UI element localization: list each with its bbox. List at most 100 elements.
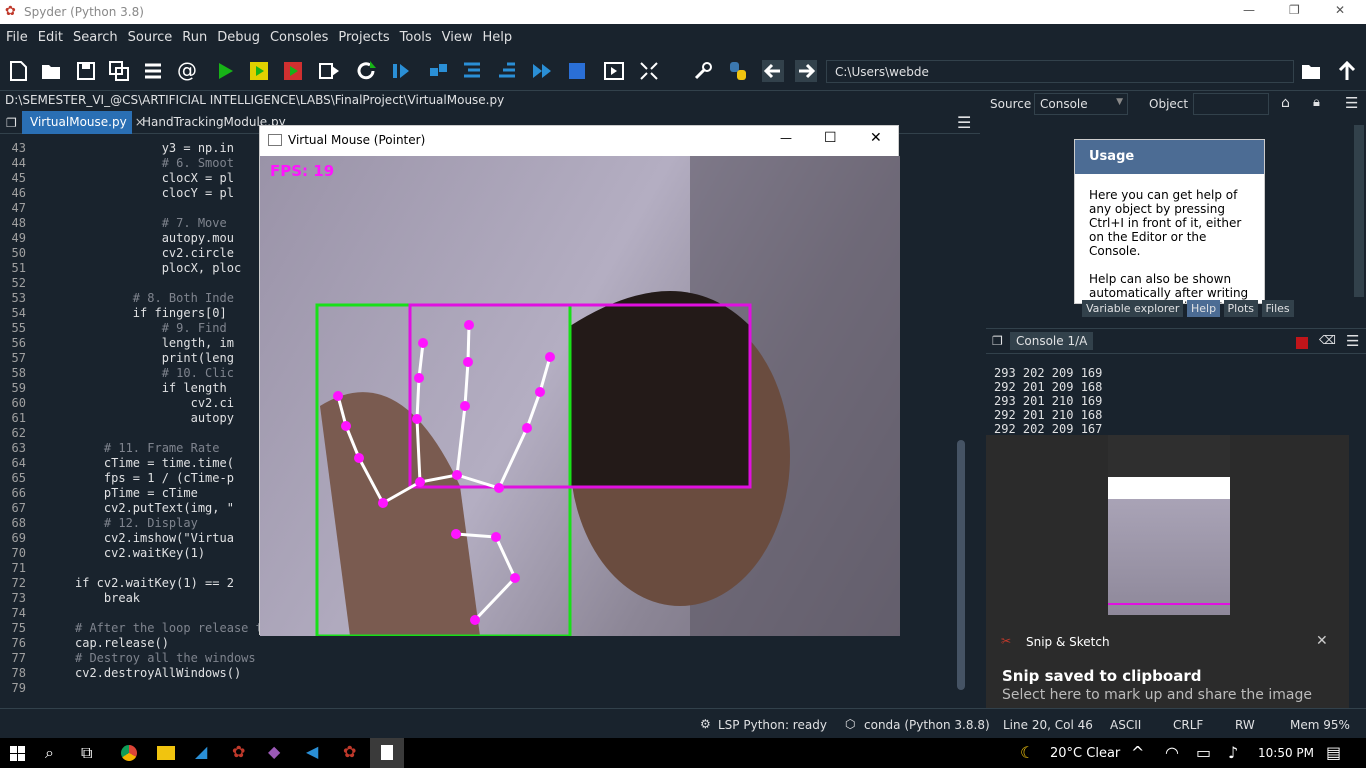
help-pane-tabs: Variable explorer Help Plots Files: [1082, 300, 1294, 317]
tab-console[interactable]: Console 1/A: [1010, 332, 1094, 350]
vm-maximize-button[interactable]: ☐: [824, 130, 837, 146]
tab-plots[interactable]: Plots: [1223, 300, 1259, 317]
menu-tools[interactable]: Tools: [394, 24, 436, 45]
python-path-icon[interactable]: [727, 60, 749, 82]
vm-close-button[interactable]: ✕: [870, 130, 882, 146]
spyder-taskbar-icon-2[interactable]: ✿: [343, 742, 356, 761]
toast-close-button[interactable]: ✕: [1316, 633, 1328, 649]
new-file-icon[interactable]: [7, 60, 29, 82]
save-icon[interactable]: [75, 60, 97, 82]
step-icon[interactable]: [427, 60, 449, 82]
browse-tabs-icon[interactable]: ❐: [992, 334, 1003, 348]
task-view-icon[interactable]: ⧉: [81, 743, 92, 763]
search-icon[interactable]: ⌕: [45, 743, 54, 763]
stop-icon[interactable]: [566, 60, 588, 82]
virtual-mouse-window[interactable]: Virtual Mouse (Pointer) — ☐ ✕ FPS: 19: [259, 125, 900, 638]
weather-text[interactable]: 20°C Clear: [1050, 746, 1120, 761]
clock-time[interactable]: 10:50 PM: [1258, 746, 1314, 760]
browse-folder-icon[interactable]: [1300, 60, 1322, 82]
snip-notification[interactable]: ✂ Snip & Sketch ✕ Snip saved to clipboar…: [986, 435, 1349, 725]
spyder-logo-icon: ✿: [5, 4, 16, 19]
open-file-icon[interactable]: [40, 60, 62, 82]
step-into-icon[interactable]: [461, 60, 483, 82]
menu-file[interactable]: File: [0, 24, 32, 45]
menu-projects[interactable]: Projects: [332, 24, 393, 45]
menu-debug[interactable]: Debug: [211, 24, 264, 45]
battery-icon[interactable]: ▭: [1196, 743, 1211, 762]
run-selection-icon[interactable]: [318, 60, 340, 82]
forward-arrow-icon[interactable]: [795, 60, 817, 82]
notifications-icon[interactable]: ▤: [1326, 743, 1341, 762]
help-options-icon[interactable]: ☰: [1345, 94, 1358, 112]
cursor-position: Line 20, Col 46: [1003, 718, 1093, 732]
maximize-button[interactable]: ❐: [1289, 3, 1300, 17]
code-line[interactable]: cv2.destroyAllWindows(): [75, 666, 635, 681]
memory-usage: Mem 95%: [1290, 718, 1350, 732]
windows-start-icon[interactable]: [10, 746, 25, 761]
debug-icon[interactable]: [390, 60, 412, 82]
stop-console-icon[interactable]: [1296, 337, 1308, 349]
tray-chevron-up-icon[interactable]: ^: [1131, 743, 1144, 762]
help-object-input[interactable]: [1193, 93, 1269, 115]
editor-scrollbar[interactable]: [957, 440, 965, 690]
working-directory-input[interactable]: C:\Users\webde: [826, 60, 1294, 83]
virtual-mouse-title: Virtual Mouse (Pointer): [288, 133, 426, 147]
menu-run[interactable]: Run: [176, 24, 211, 45]
editor-options-icon[interactable]: ☰: [957, 113, 971, 132]
spyder-taskbar-icon[interactable]: ✿: [232, 742, 245, 761]
run-icon[interactable]: [214, 60, 236, 82]
home-icon[interactable]: ⌂: [1281, 95, 1290, 111]
fullscreen-icon[interactable]: [638, 60, 660, 82]
step-return-icon[interactable]: [496, 60, 518, 82]
menu-help[interactable]: Help: [477, 24, 517, 45]
menu-search[interactable]: Search: [67, 24, 122, 45]
console-output[interactable]: 293 202 209 169 292 201 209 168 293 201 21…: [994, 366, 1344, 436]
preferences-wrench-icon[interactable]: [692, 60, 714, 82]
help-object-label: Object: [1149, 97, 1189, 111]
edge-icon[interactable]: ◢: [195, 742, 207, 761]
tab-variable-explorer[interactable]: Variable explorer: [1082, 300, 1184, 317]
run-cell-icon[interactable]: [248, 60, 270, 82]
code-line[interactable]: [75, 681, 635, 696]
rerun-icon[interactable]: [355, 60, 377, 82]
visual-studio-icon[interactable]: ◆: [268, 742, 280, 761]
toast-body: Select here to mark up and share the ima…: [1002, 687, 1312, 703]
menu-source[interactable]: Source: [122, 24, 177, 45]
menu-consoles[interactable]: Consoles: [264, 24, 332, 45]
wifi-icon[interactable]: ◠: [1165, 743, 1179, 762]
snip-taskbar-button[interactable]: [370, 738, 404, 768]
minimize-button[interactable]: —: [1243, 3, 1255, 17]
code-line[interactable]: cap.release(): [75, 636, 635, 651]
file-explorer-icon[interactable]: [157, 746, 175, 760]
tab-help[interactable]: Help: [1186, 300, 1221, 317]
help-scrollbar[interactable]: [1354, 125, 1364, 297]
at-icon[interactable]: @: [177, 58, 199, 82]
toast-title: Snip saved to clipboard: [1002, 667, 1202, 685]
close-button[interactable]: ✕: [1335, 3, 1345, 17]
help-source-select[interactable]: Console ▼: [1034, 93, 1128, 115]
outline-icon[interactable]: [142, 60, 164, 82]
browse-tabs-icon[interactable]: ❐: [6, 116, 17, 130]
eraser-icon[interactable]: ⌫: [1319, 333, 1336, 347]
maximize-pane-icon[interactable]: [603, 60, 625, 82]
save-all-icon[interactable]: [108, 60, 130, 82]
menu-view[interactable]: View: [436, 24, 477, 45]
console-options-icon[interactable]: ☰: [1346, 332, 1359, 350]
code-line[interactable]: # Destroy all the windows: [75, 651, 635, 666]
lock-icon[interactable]: 🔒︎: [1313, 95, 1320, 110]
volume-icon[interactable]: ♪: [1228, 743, 1238, 762]
line-number: 70: [11, 546, 26, 560]
line-number: 55: [11, 321, 26, 335]
tab-virtualmouse[interactable]: VirtualMouse.py ×: [22, 111, 145, 134]
run-cell-advance-icon[interactable]: [282, 60, 304, 82]
menu-edit[interactable]: Edit: [32, 24, 67, 45]
line-number: 75: [11, 621, 26, 635]
chrome-icon[interactable]: [121, 745, 137, 761]
tab-files[interactable]: Files: [1261, 300, 1294, 317]
back-arrow-icon[interactable]: [762, 60, 784, 82]
parent-directory-icon[interactable]: [1336, 60, 1358, 82]
tab-label: VirtualMouse.py: [30, 115, 127, 129]
vscode-icon[interactable]: ◀: [306, 742, 318, 761]
continue-icon[interactable]: [531, 60, 553, 82]
vm-minimize-button[interactable]: —: [780, 131, 792, 145]
